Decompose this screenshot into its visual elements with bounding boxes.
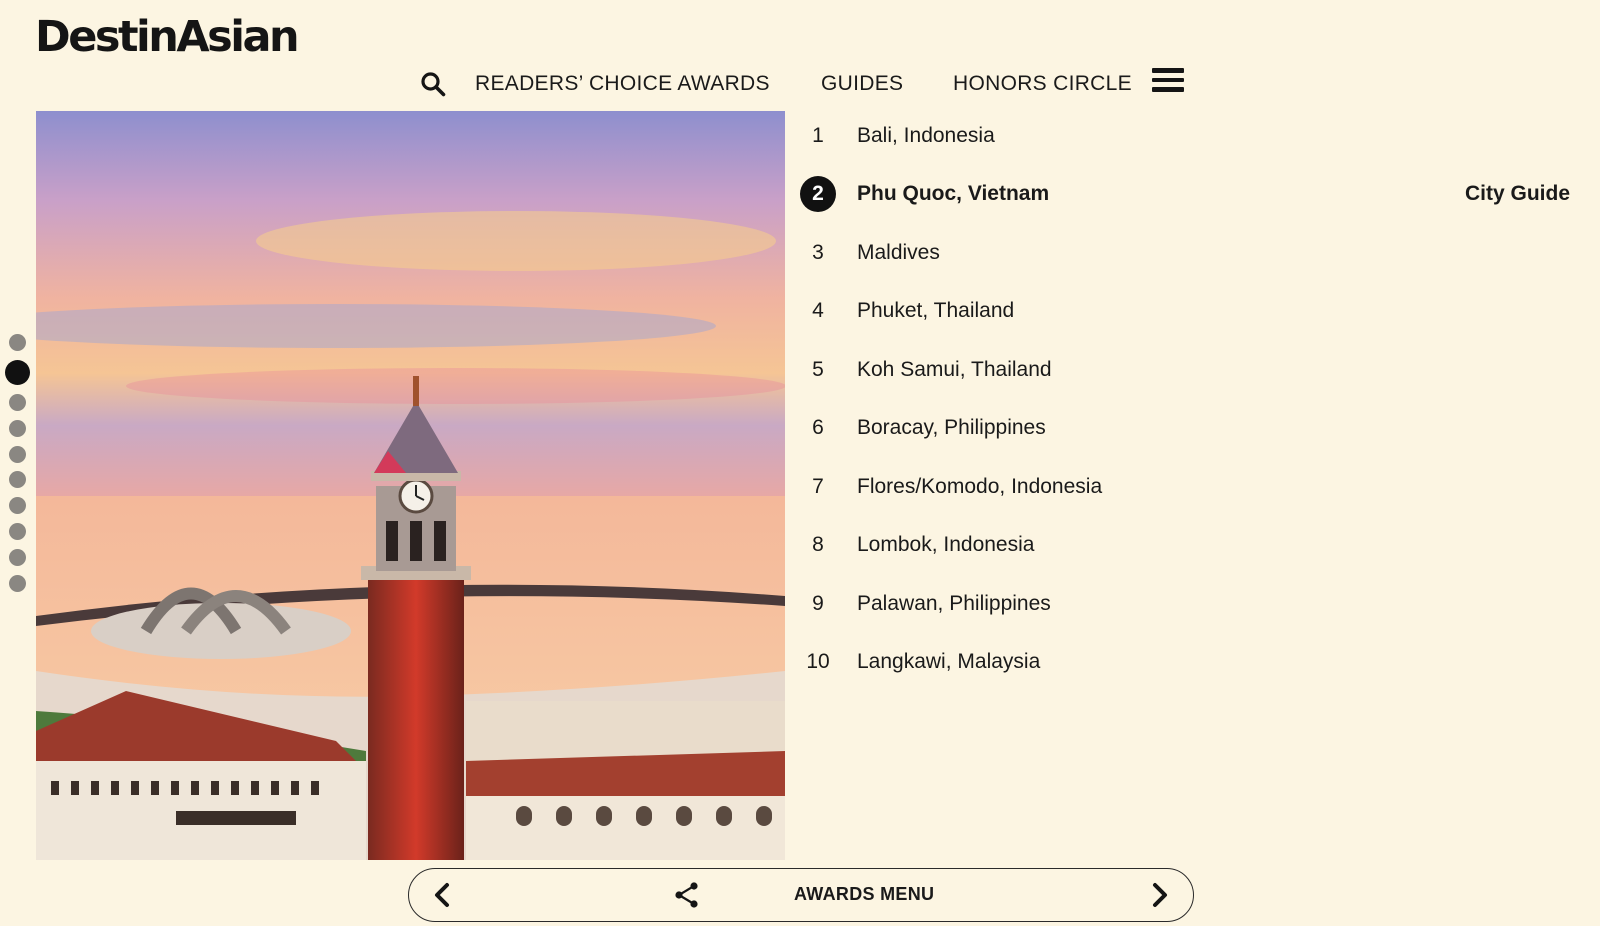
slide-dot-2-active[interactable] bbox=[5, 360, 30, 385]
rank-number: 7 bbox=[812, 475, 824, 498]
destination-name: Langkawi, Malaysia bbox=[857, 650, 1041, 673]
destination-name: Maldives bbox=[857, 241, 940, 264]
share-icon[interactable] bbox=[673, 881, 701, 909]
awards-menu-button[interactable]: AWARDS MENU bbox=[794, 884, 934, 905]
awards-menu-bar: AWARDS MENU bbox=[408, 868, 1194, 922]
destination-name: Phu Quoc, Vietnam bbox=[857, 182, 1050, 205]
chevron-left-icon[interactable] bbox=[429, 881, 457, 909]
rank-number: 6 bbox=[812, 416, 824, 439]
destination-name: Bali, Indonesia bbox=[857, 124, 995, 147]
rank-number: 3 bbox=[812, 241, 824, 264]
rank-number-active: 2 bbox=[800, 176, 836, 212]
rank-number: 4 bbox=[812, 299, 824, 322]
slide-dot-8[interactable] bbox=[9, 523, 26, 540]
destination-name: Palawan, Philippines bbox=[857, 592, 1051, 615]
chevron-right-icon[interactable] bbox=[1145, 881, 1173, 909]
ranking-item[interactable]: 5 Koh Samui, Thailand bbox=[800, 350, 1570, 390]
destination-name: Boracay, Philippines bbox=[857, 416, 1046, 439]
nav-readers-choice-awards[interactable]: READERS’ CHOICE AWARDS bbox=[475, 72, 770, 96]
nav-guides[interactable]: GUIDES bbox=[821, 72, 903, 96]
slide-dot-3[interactable] bbox=[9, 394, 26, 411]
slide-dot-7[interactable] bbox=[9, 497, 26, 514]
ranking-item[interactable]: 4 Phuket, Thailand bbox=[800, 291, 1570, 331]
ranking-item[interactable]: 8 Lombok, Indonesia bbox=[800, 525, 1570, 565]
rank-number: 8 bbox=[812, 533, 824, 556]
slide-dot-1[interactable] bbox=[9, 334, 26, 351]
ranking-item[interactable]: 10 Langkawi, Malaysia bbox=[800, 642, 1570, 682]
ranking-item[interactable]: 6 Boracay, Philippines bbox=[800, 408, 1570, 448]
rank-number: 5 bbox=[812, 358, 824, 381]
rank-number: 9 bbox=[812, 592, 824, 615]
ranking-item[interactable]: 3 Maldives bbox=[800, 233, 1570, 273]
site-logo[interactable]: DestinAsian bbox=[35, 12, 300, 62]
hamburger-menu-icon[interactable] bbox=[1152, 68, 1184, 94]
slide-dot-5[interactable] bbox=[9, 446, 26, 463]
rank-number: 1 bbox=[812, 124, 824, 147]
destination-name: Koh Samui, Thailand bbox=[857, 358, 1052, 381]
city-guide-link[interactable]: City Guide bbox=[1465, 182, 1570, 206]
nav-honors-circle[interactable]: HONORS CIRCLE bbox=[953, 72, 1132, 96]
ranking-item[interactable]: 9 Palawan, Philippines bbox=[800, 584, 1570, 624]
slide-dot-9[interactable] bbox=[9, 549, 26, 566]
destination-name: Phuket, Thailand bbox=[857, 299, 1015, 322]
destination-name: Lombok, Indonesia bbox=[857, 533, 1035, 556]
slide-dot-6[interactable] bbox=[9, 471, 26, 488]
hero-image bbox=[36, 111, 785, 860]
destination-name: Flores/Komodo, Indonesia bbox=[857, 475, 1103, 498]
ranking-item-active[interactable]: 2 Phu Quoc, Vietnam City Guide bbox=[800, 174, 1570, 214]
search-icon[interactable] bbox=[420, 71, 446, 97]
slide-dot-4[interactable] bbox=[9, 420, 26, 437]
ranking-item[interactable]: 1 Bali, Indonesia bbox=[800, 116, 1570, 156]
slide-dot-10[interactable] bbox=[9, 575, 26, 592]
rank-number: 10 bbox=[806, 650, 830, 673]
ranking-item[interactable]: 7 Flores/Komodo, Indonesia bbox=[800, 467, 1570, 507]
